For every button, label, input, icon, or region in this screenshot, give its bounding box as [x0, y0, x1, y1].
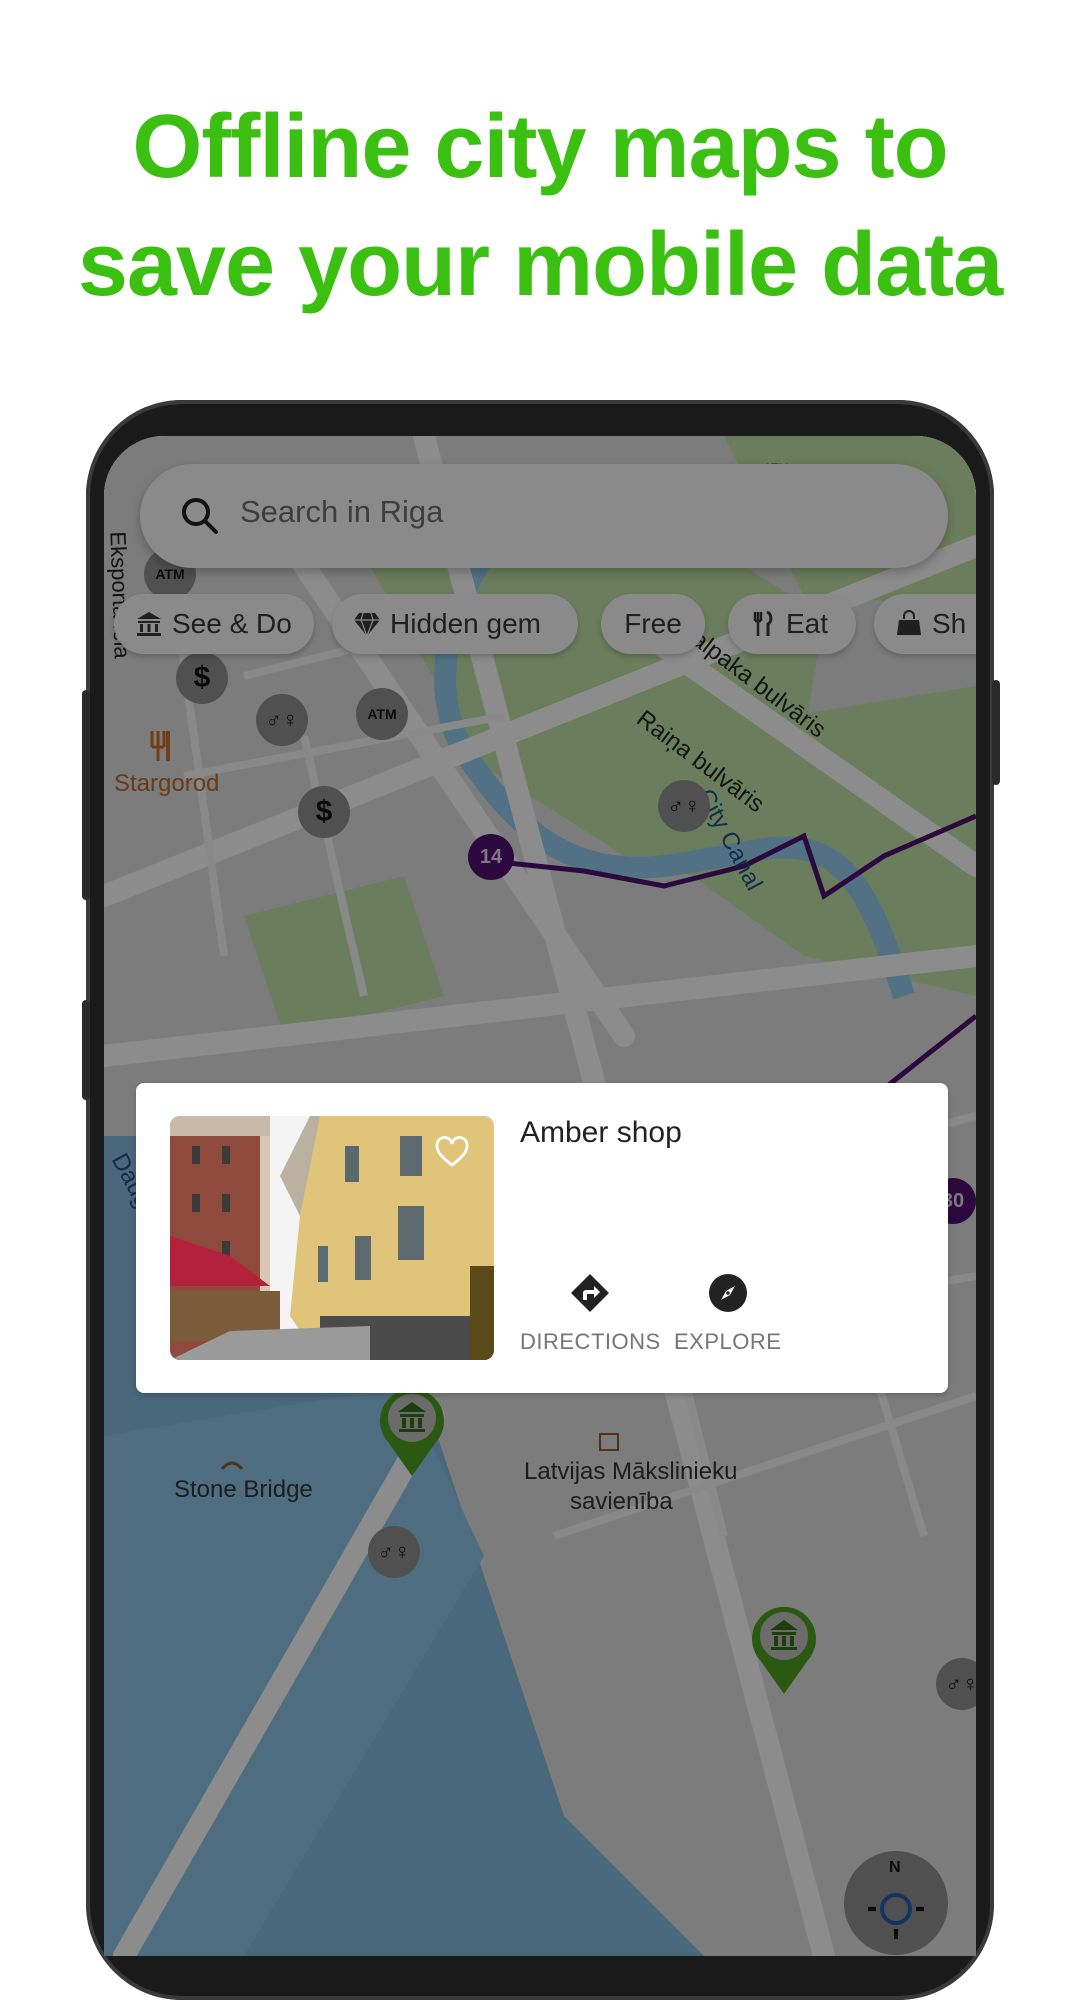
chip-hidden-gem[interactable]: Hidden gem [332, 594, 578, 654]
chip-label: Sh [932, 608, 967, 639]
place-label-stargorod[interactable]: Stargorod [114, 770, 219, 798]
phone-side-button-left [82, 1000, 90, 1100]
compass-north-label: N [889, 1859, 901, 1876]
chip-label: See & Do [172, 608, 292, 639]
atm-marker[interactable]: ATM [356, 688, 408, 740]
place-photo[interactable] [170, 1116, 494, 1360]
chip-label: Free [624, 608, 682, 639]
compass-button[interactable]: N [844, 1851, 948, 1955]
chip-see-and-do[interactable]: See & Do [114, 594, 314, 654]
directions-button[interactable]: DIRECTIONS [520, 1273, 661, 1355]
place-title: Amber shop [520, 1116, 682, 1149]
search-input[interactable]: Search in Riga [240, 494, 443, 530]
directions-icon [571, 1274, 610, 1312]
currency-exchange-marker[interactable]: $ [176, 652, 228, 704]
explore-button[interactable]: EXPLORE [674, 1273, 781, 1355]
place-card[interactable]: Amber shop DIRECTIONS EXPLORE [136, 1083, 948, 1393]
headline-line-1: Offline city maps to [132, 97, 948, 197]
chip-free[interactable]: Free [601, 594, 705, 654]
phone-volume-button [82, 690, 90, 900]
headline-line-2: save your mobile data [77, 215, 1003, 315]
chip-label: Hidden gem [390, 608, 541, 639]
place-label-savieniba[interactable]: savienība [570, 1488, 673, 1516]
museum-pin-icon[interactable] [744, 1598, 824, 1698]
toilet-marker-icon[interactable]: ♂♀ [368, 1526, 420, 1578]
search-bar[interactable]: Search in Riga [140, 464, 948, 568]
chip-label: Eat [786, 608, 829, 639]
museum-pin-icon[interactable] [372, 1380, 452, 1480]
compass-icon [708, 1274, 747, 1312]
headline: Offline city maps to save your mobile da… [0, 88, 1080, 324]
place-label-stone-bridge[interactable]: Stone Bridge [174, 1476, 313, 1504]
shopping-bag-icon [897, 610, 921, 635]
currency-exchange-marker[interactable]: $ [298, 786, 350, 838]
museum-icon [137, 612, 161, 636]
diamond-icon [354, 612, 380, 638]
directions-label: DIRECTIONS [520, 1329, 661, 1354]
toilet-marker-icon[interactable]: ♂♀ [658, 780, 710, 832]
place-label-latvijas[interactable]: Latvijas Mākslinieku [524, 1458, 737, 1486]
heart-outline-icon[interactable] [434, 1136, 470, 1168]
chip-shop[interactable]: Sh [874, 594, 976, 654]
compass-icon [868, 1893, 924, 1939]
fork-knife-icon [753, 610, 773, 636]
toilet-marker-icon[interactable]: ♂♀ [256, 694, 308, 746]
search-icon [182, 498, 218, 534]
route-stop-marker[interactable]: 14 [468, 834, 514, 880]
phone-power-button [992, 680, 1000, 785]
explore-label: EXPLORE [674, 1329, 782, 1354]
chip-eat[interactable]: Eat [728, 594, 856, 654]
